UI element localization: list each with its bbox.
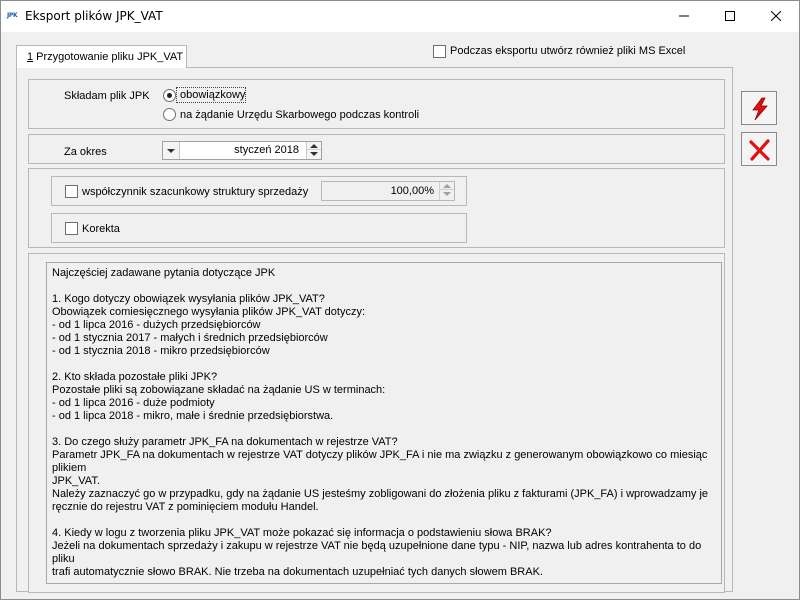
spin-up-icon: [440, 182, 454, 190]
faq-line: 4. Kiedy w logu z tworzenia pliku JPK_VA…: [52, 527, 552, 539]
faq-line: JPK_VAT.: [52, 475, 100, 487]
faq-line: [52, 514, 716, 527]
radio-mandatory[interactable]: [163, 89, 176, 102]
minimize-button[interactable]: [661, 1, 707, 32]
faq-line: [52, 280, 716, 293]
red-x-icon: [749, 139, 770, 161]
coefficient-checkbox[interactable]: [65, 185, 78, 198]
cancel-button[interactable]: [741, 132, 777, 166]
faq-line: ręcznie do rejestru VAT z pominięciem mo…: [52, 501, 319, 513]
faq-line: [52, 423, 716, 436]
chevron-down-icon[interactable]: [163, 142, 180, 159]
faq-line: trafi automatycznie słowo BRAK. Nie trze…: [52, 566, 543, 578]
faq-line: 1. Kogo dotyczy obowiązek wysyłania plik…: [52, 293, 325, 305]
coefficient-value: 100,00%: [390, 185, 434, 197]
close-button[interactable]: [753, 1, 799, 32]
title-bar: JPK Eksport plików JPK_VAT: [1, 1, 799, 32]
faq-line: Pozostałe pliki są zobowiązane składać n…: [52, 384, 386, 396]
radio-mandatory-label: obowiązkowy: [180, 89, 246, 101]
faq-line: - od 1 lipca 2018 - mikro, małe i średni…: [52, 410, 334, 422]
filing-label: Składam plik JPK: [64, 90, 150, 102]
maximize-button[interactable]: [707, 1, 753, 32]
period-group: [28, 134, 725, 164]
app-logo-icon: JPK: [7, 12, 18, 19]
faq-line: - od 1 stycznia 2018 - mikro przedsiębio…: [52, 345, 270, 357]
faq-line: Najczęściej zadawane pytania dotyczące J…: [52, 267, 276, 279]
period-label: Za okres: [64, 146, 107, 158]
faq-line: [52, 358, 716, 371]
faq-line: - od 1 lipca 2016 - duże podmioty: [52, 397, 215, 409]
spin-down-icon[interactable]: [307, 150, 321, 158]
minimize-icon: [679, 15, 689, 17]
lightning-icon: [752, 97, 768, 121]
faq-line: 3. Do czego służy parametr JPK_FA na dok…: [52, 436, 398, 448]
close-icon: [771, 11, 781, 21]
spin-down-icon: [440, 190, 454, 198]
period-spinner[interactable]: [306, 142, 321, 159]
coefficient-spinner: [439, 182, 454, 200]
correction-checkbox[interactable]: [65, 222, 78, 235]
tab-label: 1 Przygotowanie pliku JPK_VAT: [27, 51, 184, 63]
excel-option-label: Podczas eksportu utwórz również pliki MS…: [450, 45, 686, 57]
faq-line: - od 1 lipca 2016 - dużych przedsiębiorc…: [52, 319, 261, 331]
period-combo[interactable]: styczeń 2018: [162, 141, 322, 160]
faq-line: Jeżeli na dokumentach sprzedaży i zakupu…: [52, 540, 705, 565]
coefficient-label: współczynnik szacunkowy struktury sprzed…: [82, 186, 309, 198]
correction-label: Korekta: [82, 223, 120, 235]
spin-up-icon[interactable]: [307, 142, 321, 150]
export-window: JPK Eksport plików JPK_VAT 1 Przygotowan…: [0, 0, 800, 600]
period-value: styczeń 2018: [234, 144, 299, 156]
excel-checkbox[interactable]: [433, 45, 446, 58]
faq-line: Należy zaznaczyć go w przypadku, gdy na …: [52, 488, 709, 500]
radio-on-request-label: na żądanie Urzędu Skarbowego podczas kon…: [180, 109, 420, 121]
window-title: Eksport plików JPK_VAT: [25, 9, 163, 23]
faq-line: - od 1 stycznia 2017 - małych i średnich…: [52, 332, 328, 344]
coefficient-input: 100,00%: [321, 181, 455, 201]
tab-preparation[interactable]: 1 Przygotowanie pliku JPK_VAT: [16, 45, 187, 68]
filing-group: [28, 79, 725, 129]
faq-text-area[interactable]: Najczęściej zadawane pytania dotyczące J…: [46, 262, 722, 584]
export-button[interactable]: [741, 91, 777, 125]
radio-on-request[interactable]: [163, 108, 176, 121]
faq-line: Parametr JPK_FA na dokumentach w rejestr…: [52, 449, 711, 474]
maximize-icon: [725, 11, 735, 21]
faq-line: Obowiązek comiesięcznego wysyłania plikó…: [52, 306, 366, 318]
faq-line: 2. Kto składa pozostałe pliki JPK?: [52, 371, 218, 383]
